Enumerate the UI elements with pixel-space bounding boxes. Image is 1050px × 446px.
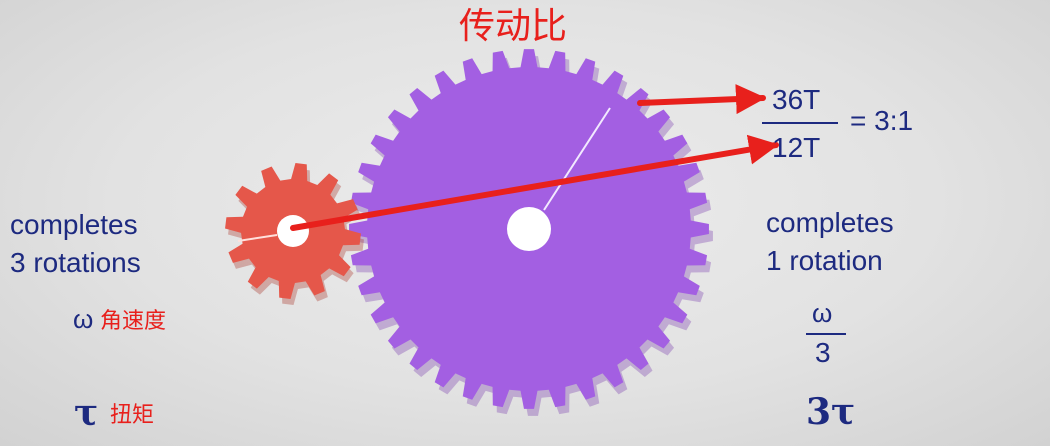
ratio-denominator: 12T (772, 132, 821, 163)
large-gear-caption-line-2: 1 rotation (766, 245, 883, 276)
small-gear-omega-symbol: ω (73, 304, 94, 334)
small-gear-caption: completes 3 rotations (10, 206, 141, 282)
small-gear-caption-line-1: completes (10, 209, 138, 240)
large-gear-omega-denominator: 3 (815, 337, 831, 368)
small-gear-hole (277, 215, 309, 247)
large-gear-omega-numerator: ω (812, 298, 833, 328)
diagram-title: 传动比 (459, 6, 568, 47)
small-gear-caption-line-2: 3 rotations (10, 247, 141, 278)
ratio-fraction-bar (762, 122, 838, 124)
ratio-numerator: 36T (772, 84, 821, 115)
large-gear-caption: completes 1 rotation (766, 204, 894, 280)
torque-label: 扭矩 (110, 403, 155, 428)
arrow-to-large-gear-teeth (637, 84, 766, 115)
angular-velocity-label: 角速度 (100, 309, 167, 334)
large-gear-omega-fraction-bar (806, 333, 846, 335)
large-gear-hole (507, 207, 551, 251)
small-gear-torque-symbol: τ (74, 392, 99, 434)
large-gear-caption-line-1: completes (766, 207, 894, 238)
large-gear-torque: 3τ (806, 391, 856, 433)
ratio-result: = 3:1 (850, 105, 914, 136)
